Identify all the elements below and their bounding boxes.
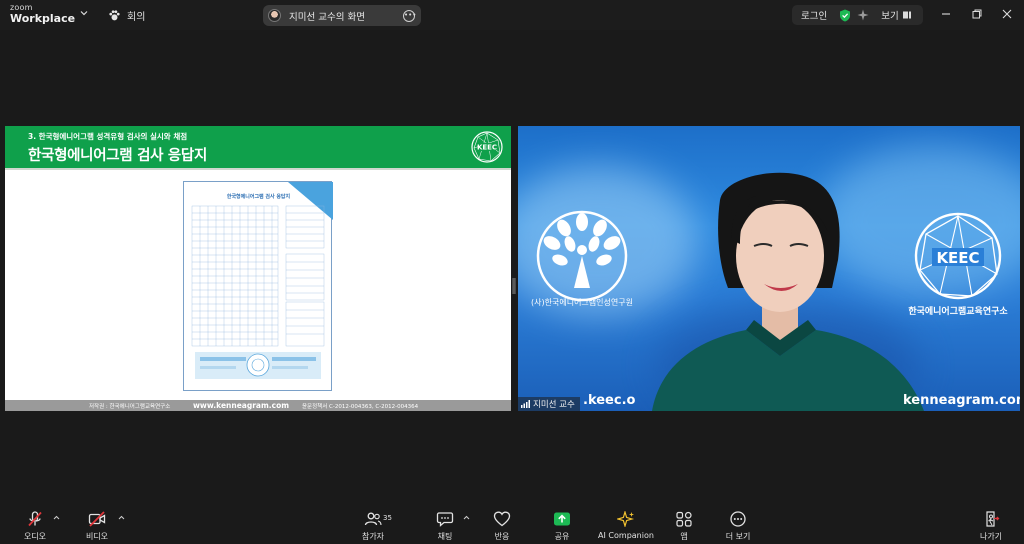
screen-share-indicator[interactable]: 지미선 교수의 화면 •••	[263, 5, 421, 26]
microphone-muted-icon	[28, 511, 42, 527]
leave-door-icon	[986, 511, 1000, 527]
video-options-caret-icon[interactable]	[118, 515, 125, 520]
signal-strength-icon	[521, 400, 530, 408]
video-off-icon	[88, 511, 106, 527]
sparkle-icon[interactable]	[857, 9, 869, 21]
login-button[interactable]: 로그인	[801, 8, 827, 22]
keec-logo-icon: KEEC	[471, 131, 503, 163]
tree-logo-text: (사)한국에니어그램인성연구원	[531, 297, 633, 307]
video-label: 비디오	[85, 532, 109, 541]
keec-logo-text: KEEC	[936, 249, 979, 267]
share-label: 공유	[554, 532, 570, 541]
meeting-info[interactable]: 회의	[108, 8, 145, 23]
participants-label: 참가자	[361, 532, 385, 541]
more-label: 더 보기	[725, 532, 751, 541]
participants-count: 35	[383, 514, 392, 522]
screen-share-label: 지미선 교수의 화면	[289, 11, 365, 23]
paw-icon	[109, 10, 120, 21]
leave-label: 나가기	[979, 532, 1003, 541]
chat-label: 채팅	[437, 532, 453, 541]
participant-name-tag: 지미선 교수	[518, 397, 580, 411]
shared-screen-slide: 3. 한국형에니어그램 성격유형 검사의 실시와 채점 한국형에니어그램 검사 …	[5, 126, 511, 411]
meeting-toolbar: 오디오 비디오 참가자 35 채팅 반응 공유 AI Companion 앱 더…	[0, 504, 1024, 544]
brand-menu[interactable]: zoom Workplace	[10, 3, 76, 25]
top-bar: zoom Workplace 회의 지미선 교수의 화면 ••• 로그인 보기	[0, 0, 1024, 30]
participant-name: 지미선 교수	[533, 400, 575, 410]
apps-button[interactable]: 앱	[654, 511, 714, 542]
meeting-label: 회의	[127, 12, 146, 23]
slide-footer: 저작권 : 한국에니어그램교육연구소 www.kenneagram.com 윤문…	[5, 400, 511, 411]
footer-author: 저작권 : 한국에니어그램교육연구소	[89, 404, 171, 410]
restore-icon[interactable]	[971, 8, 983, 20]
view-layout-icon[interactable]	[902, 10, 912, 20]
answer-sheet-figure	[191, 182, 333, 379]
tree-logo-icon: (사)한국에니어그램인성연구원	[531, 210, 633, 307]
security-shield-icon[interactable]	[839, 9, 851, 22]
chevron-down-icon[interactable]	[80, 9, 88, 17]
ai-sparkle-icon	[617, 511, 635, 527]
close-icon[interactable]	[1001, 8, 1013, 20]
brand-small-text: zoom	[10, 3, 33, 12]
apps-icon	[676, 511, 692, 527]
share-screen-icon	[554, 512, 570, 526]
presenter-avatar	[268, 9, 281, 22]
slide-subtitle: 3. 한국형에니어그램 성격유형 검사의 실시와 채점	[28, 132, 188, 141]
zoom-meeting-window: zoom Workplace 회의 지미선 교수의 화면 ••• 로그인 보기 …	[0, 0, 1024, 544]
more-button[interactable]: 더 보기	[708, 511, 768, 542]
heart-icon	[493, 511, 511, 527]
audio-label: 오디오	[23, 532, 47, 541]
participants-icon	[364, 512, 382, 526]
chat-options-caret-icon[interactable]	[463, 515, 470, 520]
backdrop-url-right: kenneagram.com	[903, 393, 1020, 408]
reactions-button[interactable]: 반응	[472, 511, 532, 542]
slide-header: 3. 한국형에니어그램 성격유형 검사의 실시와 채점 한국형에니어그램 검사 …	[5, 126, 511, 168]
more-options-icon[interactable]: •••	[403, 9, 416, 22]
resize-handle-icon[interactable]	[512, 278, 516, 294]
view-button[interactable]: 보기	[881, 8, 898, 22]
footer-registration: 윤문정책서 C-2012-004363, C-2012-004364	[302, 404, 419, 410]
leave-button[interactable]: 나가기	[961, 511, 1021, 542]
ai-companion-label: AI Companion	[598, 531, 654, 540]
answer-sheet-image: 한국형에니어그램 검사 응답지	[183, 181, 333, 391]
audio-options-caret-icon[interactable]	[53, 515, 60, 520]
brand-name: Workplace	[10, 12, 76, 25]
participants-button[interactable]: 참가자	[343, 511, 403, 542]
footer-url: www.kenneagram.com	[193, 401, 290, 410]
speaker-person	[652, 172, 924, 411]
apps-label: 앱	[680, 532, 688, 541]
reactions-label: 반응	[494, 532, 510, 541]
top-right-group: 로그인 보기	[792, 5, 923, 25]
header-divider	[5, 168, 511, 170]
chat-icon	[436, 512, 454, 527]
ai-companion-button[interactable]: AI Companion	[596, 511, 656, 540]
minimize-icon[interactable]	[940, 8, 952, 20]
share-screen-button[interactable]: 공유	[532, 511, 592, 542]
slide-logo-text: KEEC	[477, 144, 497, 152]
backdrop-url-left: .keec.o	[583, 393, 636, 408]
speaker-video[interactable]: (사)한국에니어그램인성연구원 KEEC 한국에니어그램교육연구소 .keec.…	[518, 126, 1020, 411]
slide-title: 한국형에니어그램 검사 응답지	[28, 148, 208, 164]
more-icon	[730, 511, 746, 527]
